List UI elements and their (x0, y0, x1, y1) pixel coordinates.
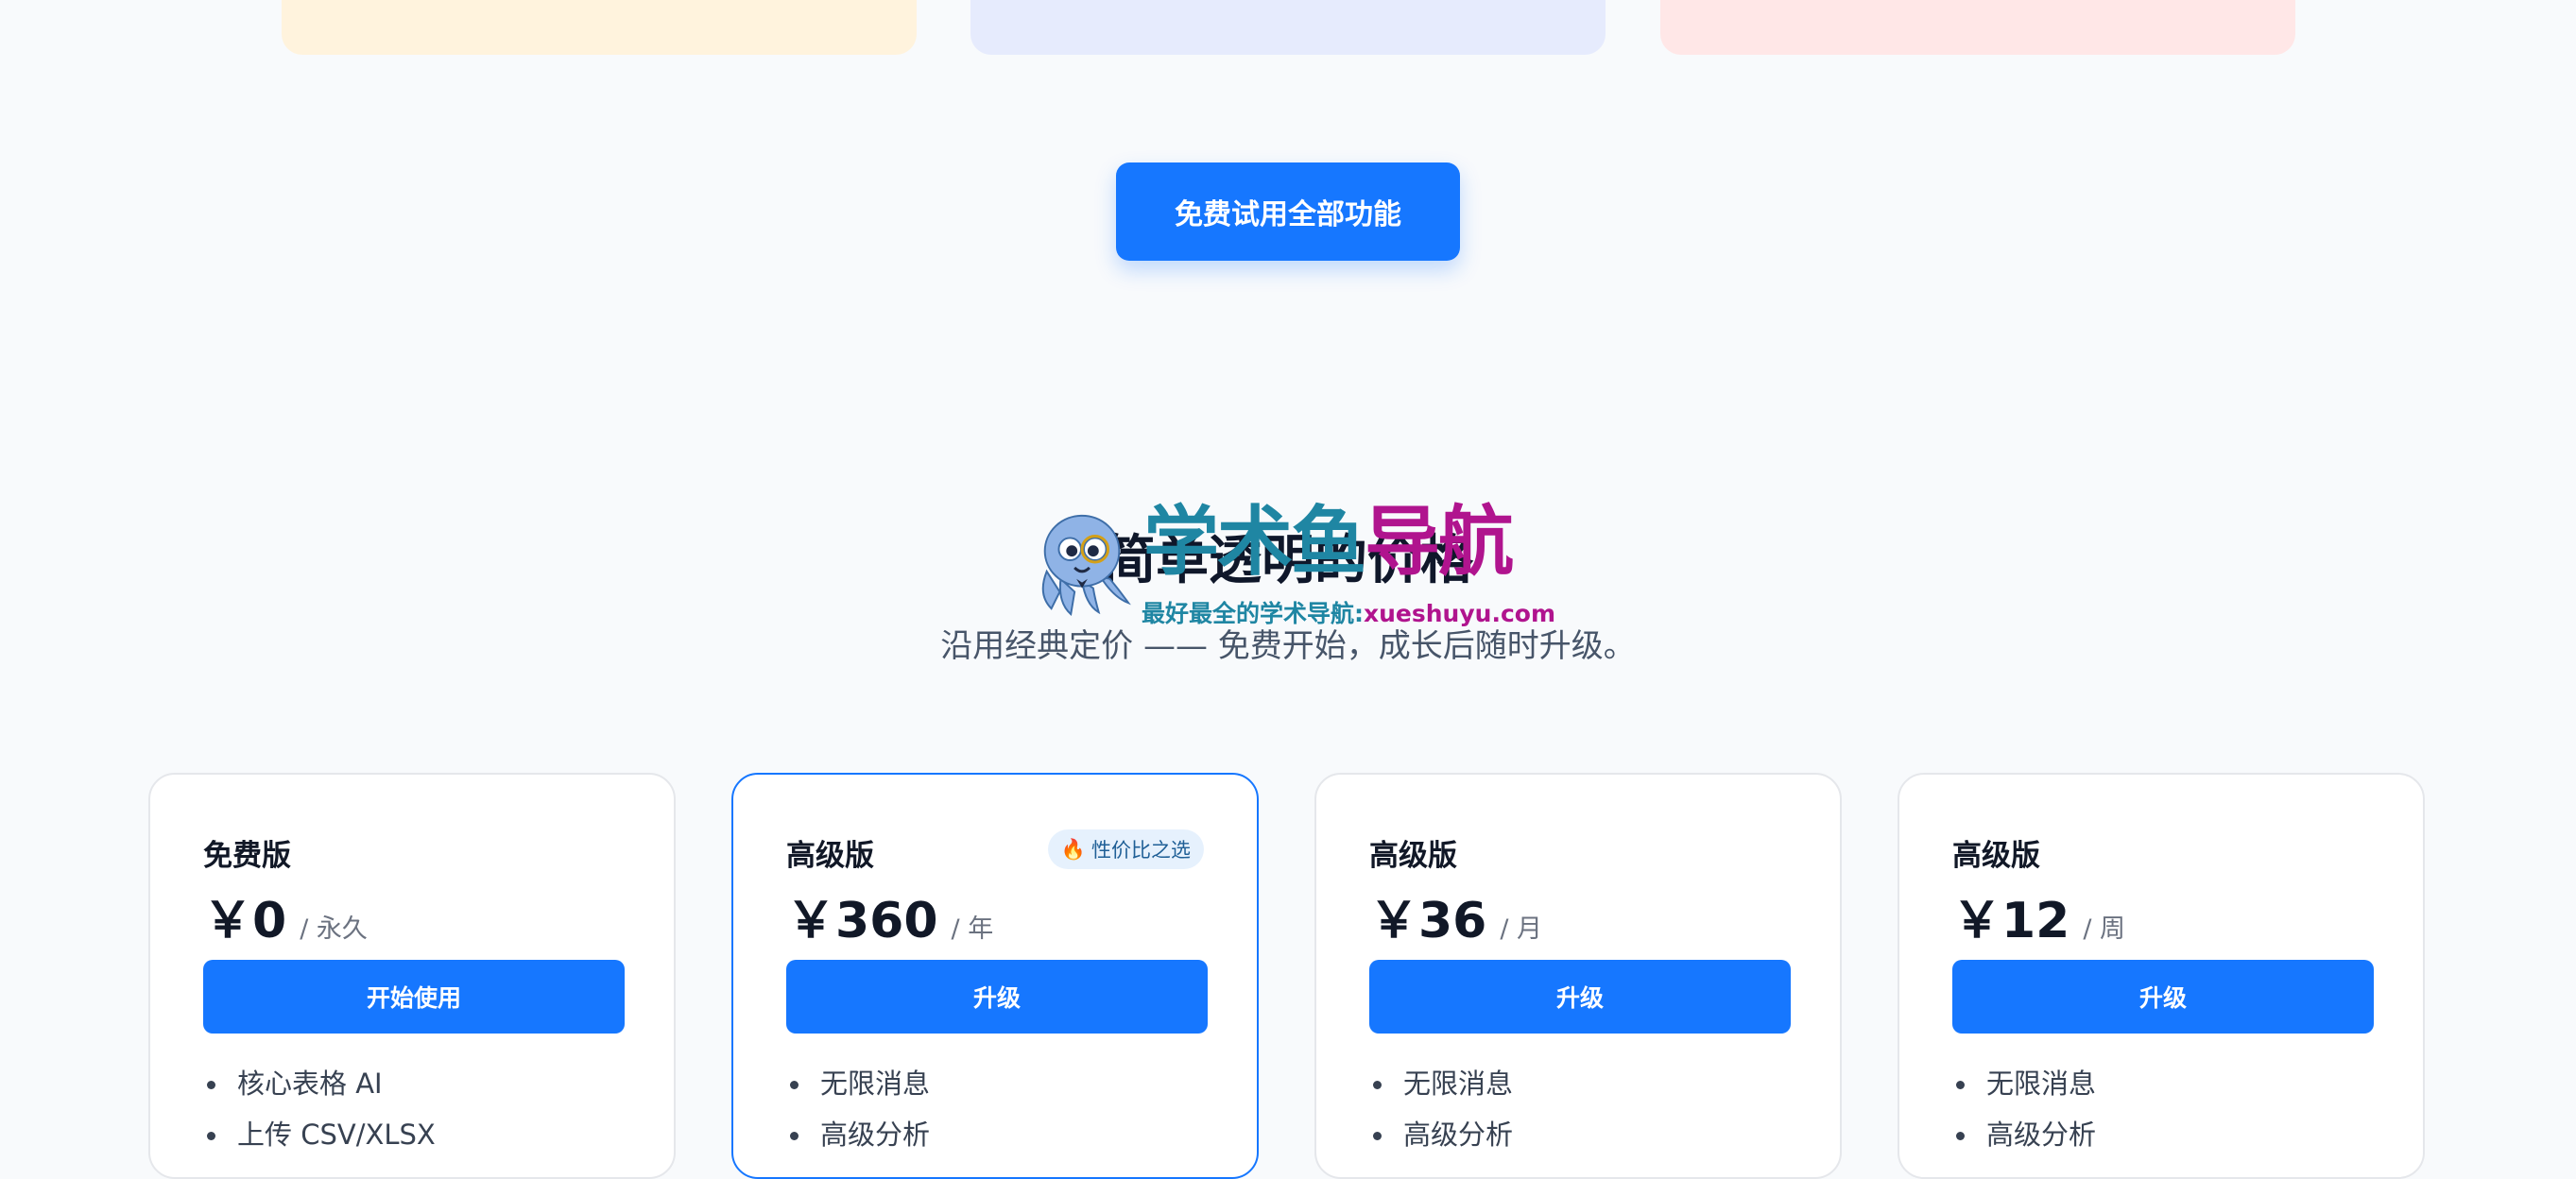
plan-name: 高级版 (1952, 839, 2040, 873)
price-period: / 永久 (300, 914, 368, 944)
feature-list: 无限消息 高级分析 (786, 1058, 930, 1160)
feature-item: 核心表格 AI (203, 1058, 436, 1109)
watermark-logo: 学术鱼导航 (1143, 504, 1514, 580)
price-amount: ￥0 (203, 893, 287, 949)
plan-card-free: 免费版 ￥0 / 永久 开始使用 核心表格 AI 上传 CSV/XLSX (148, 773, 676, 1179)
plan-name: 高级版 (786, 839, 874, 873)
feature-item: 无限消息 (786, 1058, 930, 1109)
upgrade-button[interactable]: 升级 (786, 960, 1208, 1034)
watermark: 学术鱼导航 最好最全的学术导航:xueshuyu.com (1028, 504, 1557, 627)
plan-price: ￥36 / 月 (1369, 880, 1542, 951)
price-period: / 年 (951, 914, 994, 944)
feature-item: 无限消息 (1369, 1058, 1513, 1109)
best-value-badge: 🔥 性价比之选 (1047, 829, 1204, 869)
feature-card-3 (1660, 0, 2295, 55)
free-trial-button[interactable]: 免费试用全部功能 (1116, 162, 1460, 261)
feature-card-2 (970, 0, 1606, 55)
plan-card-yearly: 高级版 🔥 性价比之选 ￥360 / 年 升级 无限消息 高级分析 (731, 773, 1259, 1179)
plan-card-monthly: 高级版 ￥36 / 月 升级 无限消息 高级分析 (1314, 773, 1842, 1179)
start-button[interactable]: 开始使用 (203, 960, 625, 1034)
feature-list: 无限消息 高级分析 (1952, 1058, 2096, 1160)
watermark-slogan-part2: xueshuyu.com (1364, 600, 1555, 627)
plan-price: ￥0 / 永久 (203, 880, 368, 951)
watermark-logo-part2: 导航 (1365, 498, 1514, 586)
feature-item: 高级分析 (786, 1109, 930, 1160)
feature-item: 高级分析 (1369, 1109, 1513, 1160)
plan-price: ￥12 / 周 (1952, 880, 2125, 951)
octopus-mascot-icon (1041, 514, 1131, 616)
plan-name: 免费版 (203, 839, 291, 873)
watermark-slogan: 最好最全的学术导航:xueshuyu.com (1142, 595, 1555, 629)
feature-item: 无限消息 (1952, 1058, 2096, 1109)
feature-list: 无限消息 高级分析 (1369, 1058, 1513, 1160)
upgrade-button[interactable]: 升级 (1369, 960, 1791, 1034)
plan-card-weekly: 高级版 ￥12 / 周 升级 无限消息 高级分析 (1898, 773, 2425, 1179)
upgrade-button[interactable]: 升级 (1952, 960, 2374, 1034)
plan-name: 高级版 (1369, 839, 1457, 873)
feature-item: 高级分析 (1952, 1109, 2096, 1160)
feature-item: 上传 CSV/XLSX (203, 1109, 436, 1160)
feature-card-1 (282, 0, 917, 55)
watermark-slogan-part1: 最好最全的学术导航: (1142, 600, 1364, 627)
badge-label: 性价比之选 (1091, 839, 1191, 862)
price-amount: ￥12 (1952, 893, 2070, 949)
price-amount: ￥360 (786, 893, 938, 949)
price-amount: ￥36 (1369, 893, 1487, 949)
fire-icon: 🔥 (1060, 837, 1086, 861)
plan-price: ￥360 / 年 (786, 880, 993, 951)
price-period: / 月 (1500, 914, 1543, 944)
price-period: / 周 (2083, 914, 2126, 944)
watermark-logo-part1: 学术鱼 (1143, 498, 1366, 586)
feature-list: 核心表格 AI 上传 CSV/XLSX (203, 1058, 436, 1160)
